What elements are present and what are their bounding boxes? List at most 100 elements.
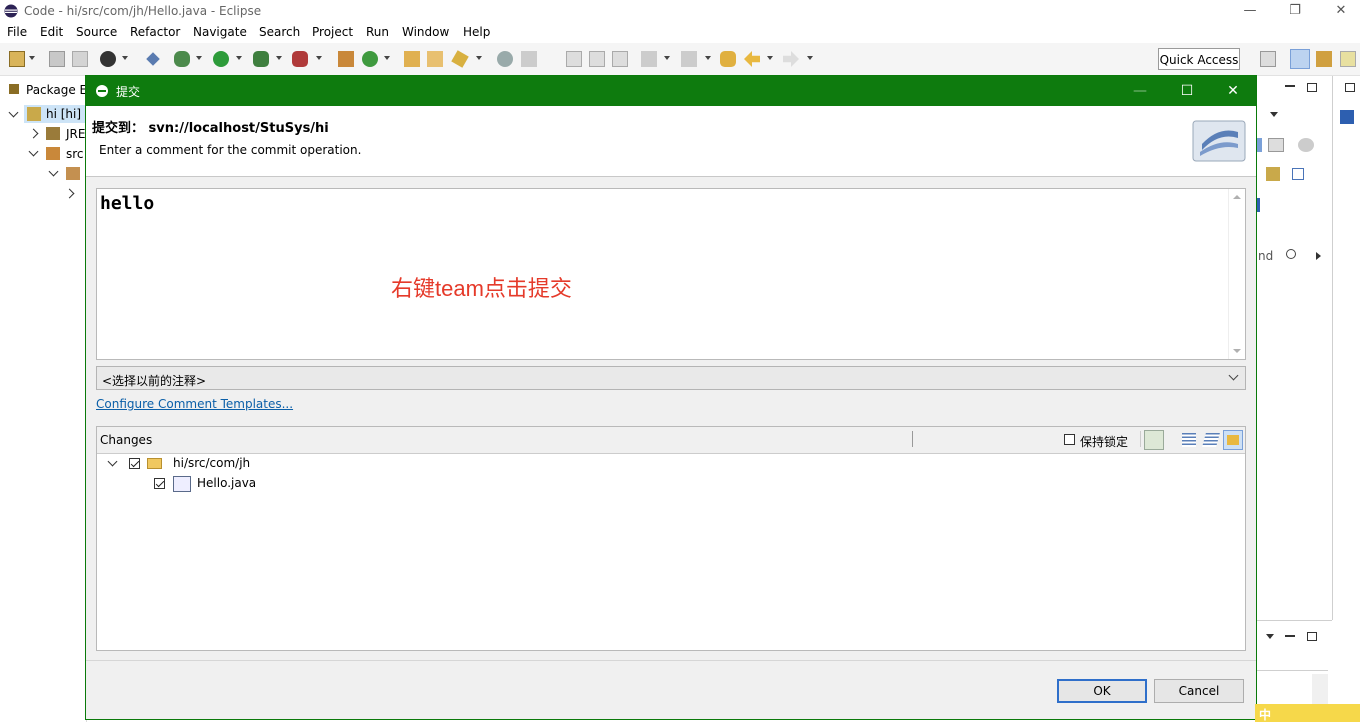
changes-header: Changes 保持锁定 (97, 427, 1245, 454)
package-icon (66, 167, 80, 180)
outline-side-icon[interactable] (1340, 110, 1354, 124)
block-select-icon[interactable] (589, 51, 605, 67)
open-perspective-icon[interactable] (1260, 51, 1276, 67)
open-type-icon[interactable] (404, 51, 420, 67)
collapse-icon[interactable] (64, 188, 75, 199)
dialog-maximize-button[interactable]: ☐ (1175, 81, 1199, 101)
collapse-icon[interactable] (28, 128, 39, 139)
previous-comments-select[interactable]: <选择以前的注释> (96, 366, 1246, 390)
restore-view-icon[interactable] (1345, 83, 1355, 92)
eclipse-icon (96, 85, 108, 97)
annotation-text: 右键team点击提交 (391, 276, 572, 301)
last-edit-icon[interactable] (720, 51, 736, 67)
show-compare-icon[interactable] (1144, 430, 1164, 450)
java-file-icon (173, 476, 191, 492)
minimize-view-icon[interactable] (1285, 635, 1295, 637)
debug-icon[interactable] (174, 51, 190, 67)
people-icon[interactable] (1298, 138, 1314, 152)
prev-annotation-icon[interactable] (681, 51, 697, 67)
close-window-button[interactable]: ✕ (1331, 2, 1351, 20)
view-menu-icon[interactable] (1270, 112, 1278, 117)
search-torch-icon[interactable] (451, 50, 469, 68)
debug-perspective-icon[interactable] (1316, 51, 1332, 67)
flat-list-icon[interactable] (1182, 433, 1196, 447)
tree-item-src[interactable]: src (66, 147, 84, 161)
new-icon[interactable] (9, 51, 25, 67)
collapse-all-icon[interactable] (1292, 168, 1304, 180)
next-annotation-icon[interactable] (641, 51, 657, 67)
menu-run[interactable]: Run (366, 25, 389, 39)
expand-icon[interactable] (28, 146, 39, 157)
external-tools-icon[interactable] (292, 51, 308, 67)
pen-icon[interactable] (521, 51, 537, 67)
dialog-close-button[interactable]: ✕ (1221, 81, 1245, 101)
tree-file-label[interactable]: Hello.java (197, 476, 256, 490)
quick-access-field[interactable]: Quick Access (1158, 48, 1240, 70)
package-explorer-icon (9, 84, 19, 94)
forward-icon[interactable] (783, 51, 799, 67)
back-icon[interactable] (744, 51, 760, 67)
menu-help[interactable]: Help (463, 25, 490, 39)
folder-checkbox[interactable] (129, 458, 140, 469)
menu-navigate[interactable]: Navigate (193, 25, 247, 39)
minimize-view-icon[interactable] (1285, 85, 1295, 87)
cancel-button[interactable]: Cancel (1154, 679, 1244, 703)
open-resource-icon[interactable] (427, 51, 443, 67)
comment-scrollbar[interactable] (1228, 189, 1245, 359)
tree-item-jre[interactable]: JRE (66, 127, 85, 141)
tree-folder-label[interactable]: hi/src/com/jh (173, 456, 250, 470)
expand-icon[interactable] (107, 456, 118, 467)
menu-file[interactable]: File (7, 25, 27, 39)
coverage-icon[interactable] (253, 51, 269, 67)
maximize-view-icon[interactable] (1307, 632, 1317, 641)
view-scrollbar[interactable] (1312, 674, 1328, 704)
view-menu-icon[interactable] (1266, 634, 1274, 639)
java-perspective-icon[interactable] (1290, 49, 1310, 69)
new-package-icon[interactable] (338, 51, 354, 67)
restore-button[interactable]: ❐ (1285, 2, 1305, 20)
configure-templates-link[interactable]: Configure Comment Templates... (96, 397, 293, 411)
pin-icon[interactable] (146, 52, 160, 66)
find-hint[interactable]: nd (1258, 249, 1273, 263)
menu-refactor[interactable]: Refactor (130, 25, 180, 39)
maximize-view-icon[interactable] (1307, 83, 1317, 92)
ok-button[interactable]: OK (1057, 679, 1147, 703)
package-explorer-tab[interactable]: Package E (26, 83, 87, 97)
expand-icon[interactable] (48, 166, 59, 177)
play-icon[interactable] (1316, 252, 1321, 260)
annotation-next-icon[interactable] (497, 51, 513, 67)
save-icon[interactable] (49, 51, 65, 67)
file-checkbox[interactable] (154, 478, 165, 489)
new-class-icon[interactable] (362, 51, 378, 67)
search-icon[interactable] (1286, 249, 1296, 259)
minimize-button[interactable]: — (1240, 2, 1260, 20)
menu-bar: File Edit Source Refactor Navigate Searc… (0, 23, 1360, 43)
dialog-minimize-button[interactable]: — (1128, 81, 1152, 101)
menu-search[interactable]: Search (259, 25, 300, 39)
compressed-folders-icon[interactable] (1223, 430, 1243, 450)
comment-textarea[interactable]: hello 右键team点击提交 (96, 188, 1246, 360)
svn-perspective-icon[interactable] (1340, 51, 1356, 67)
run-icon[interactable] (213, 51, 229, 67)
dialog-header: 提交到： svn://localhost/StuSys/hi Enter a c… (86, 106, 1256, 177)
tree-item-project[interactable]: hi [hi] (46, 107, 81, 121)
scroll-down-icon[interactable] (1233, 349, 1241, 353)
menu-window[interactable]: Window (402, 25, 449, 39)
commit-description: Enter a comment for the commit operation… (99, 143, 362, 157)
dialog-titlebar: 提交 — ☐ ✕ (86, 76, 1256, 106)
comment-text[interactable]: hello (100, 193, 154, 214)
toggle-mark-icon[interactable] (566, 51, 582, 67)
expand-icon[interactable] (8, 107, 19, 118)
tasks-icon[interactable] (1266, 167, 1280, 181)
menu-project[interactable]: Project (312, 25, 353, 39)
hierarchy-icon[interactable] (1268, 138, 1284, 152)
show-whitespace-icon[interactable] (612, 51, 628, 67)
ime-indicator[interactable]: 中 (1255, 704, 1360, 722)
tree-view-icon[interactable] (1202, 433, 1220, 447)
menu-source[interactable]: Source (76, 25, 117, 39)
scroll-up-icon[interactable] (1233, 195, 1241, 199)
keep-locks-checkbox[interactable] (1064, 434, 1075, 445)
save-all-icon[interactable] (72, 51, 88, 67)
menu-edit[interactable]: Edit (40, 25, 63, 39)
svn-person-icon[interactable] (100, 51, 116, 67)
